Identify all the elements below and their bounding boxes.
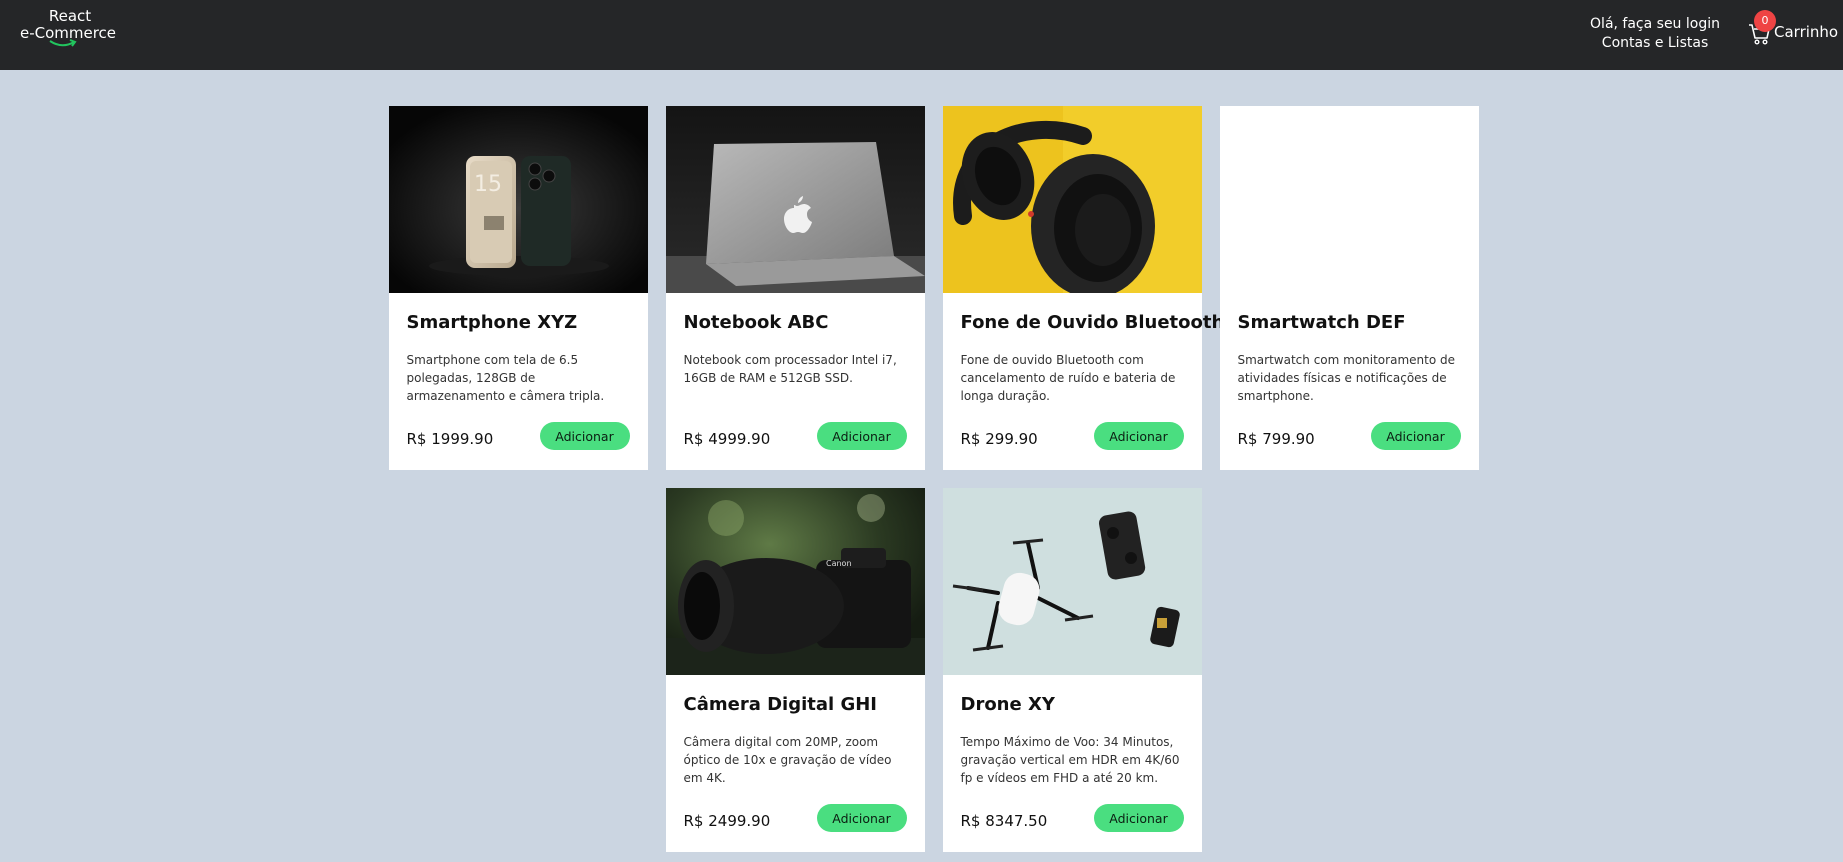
product-title: Drone XY <box>960 694 1055 715</box>
camera-photo: Canon <box>665 488 925 675</box>
product-grid: 15 Smartphone XYZ Smartphone com tela de… <box>388 106 1479 852</box>
accounts-lists-label: Contas e Listas <box>1601 35 1709 51</box>
product-card: Fone de Ouvido Bluetooth Fone de ouvido … <box>942 106 1224 470</box>
notebook-photo <box>665 106 925 293</box>
product-description: Câmera digital com 20MP, zoom óptico de … <box>683 735 892 785</box>
smartphone-photo: 15 <box>388 106 648 293</box>
product-card: Smartwatch DEF Smartwatch com monitorame… <box>1219 106 1479 470</box>
product-price: R$ 2499.90 <box>683 812 771 830</box>
product-card: Canon Câmera Digital GHI Câmera digital … <box>665 488 925 852</box>
headphones-photo <box>942 106 1202 293</box>
login-greeting: Olá, faça seu login <box>1590 16 1720 32</box>
product-price: R$ 1999.90 <box>406 430 494 448</box>
product-description: Tempo Máximo de Voo: 34 Minutos, gravaçã… <box>960 735 1180 785</box>
product-description: Smartwatch com monitoramento de atividad… <box>1237 353 1455 403</box>
product-card: Drone XY Tempo Máximo de Voo: 34 Minutos… <box>942 488 1202 852</box>
add-to-cart-button[interactable]: Adicionar <box>1093 804 1184 832</box>
product-card: Notebook ABC Notebook com processador In… <box>665 106 925 470</box>
product-title: Smartphone XYZ <box>406 312 578 333</box>
svg-text:Canon: Canon <box>826 559 852 568</box>
product-price: R$ 799.90 <box>1237 430 1315 448</box>
logo[interactable]: React e-Commerce <box>20 8 120 48</box>
cart-label: Carrinho <box>1774 23 1839 41</box>
product-price: R$ 299.90 <box>960 430 1038 448</box>
account-login-link[interactable]: Olá, faça seu login Contas e Listas <box>1590 15 1720 53</box>
product-title: Notebook ABC <box>683 312 829 333</box>
product-title: Câmera Digital GHI <box>683 694 878 715</box>
product-title: Fone de Ouvido Bluetooth <box>960 312 1225 333</box>
product-price: R$ 4999.90 <box>683 430 771 448</box>
add-to-cart-button[interactable]: Adicionar <box>816 422 907 450</box>
add-to-cart-button[interactable]: Adicionar <box>1370 422 1461 450</box>
logo-text-top: React <box>48 7 92 25</box>
drone-image <box>942 488 1202 675</box>
product-card: 15 Smartphone XYZ Smartphone com tela de… <box>388 106 648 470</box>
notebook-image <box>665 106 925 293</box>
svg-text:15: 15 <box>474 172 502 197</box>
cart-button[interactable]: 0 Carrinho <box>1748 10 1840 52</box>
product-description: Notebook com processador Intel i7, 16GB … <box>683 353 897 385</box>
camera-image: Canon <box>665 488 925 675</box>
add-to-cart-button[interactable]: Adicionar <box>1093 422 1184 450</box>
cart-count-badge: 0 <box>1754 10 1776 32</box>
top-navbar: React e-Commerce Olá, faça seu login Con… <box>0 0 1843 70</box>
add-to-cart-button[interactable]: Adicionar <box>816 804 907 832</box>
product-price: R$ 8347.50 <box>960 812 1048 830</box>
smartphone-image: 15 <box>388 106 648 293</box>
drone-photo <box>942 488 1202 675</box>
product-description: Fone de ouvido Bluetooth com cancelament… <box>960 353 1176 403</box>
product-title: Smartwatch DEF <box>1237 312 1406 333</box>
add-to-cart-button[interactable]: Adicionar <box>539 422 630 450</box>
headphones-image <box>942 106 1202 293</box>
smile-arrow-icon <box>49 39 77 47</box>
smartwatch-image <box>1219 106 1479 293</box>
product-description: Smartphone com tela de 6.5 polegadas, 12… <box>406 353 605 403</box>
